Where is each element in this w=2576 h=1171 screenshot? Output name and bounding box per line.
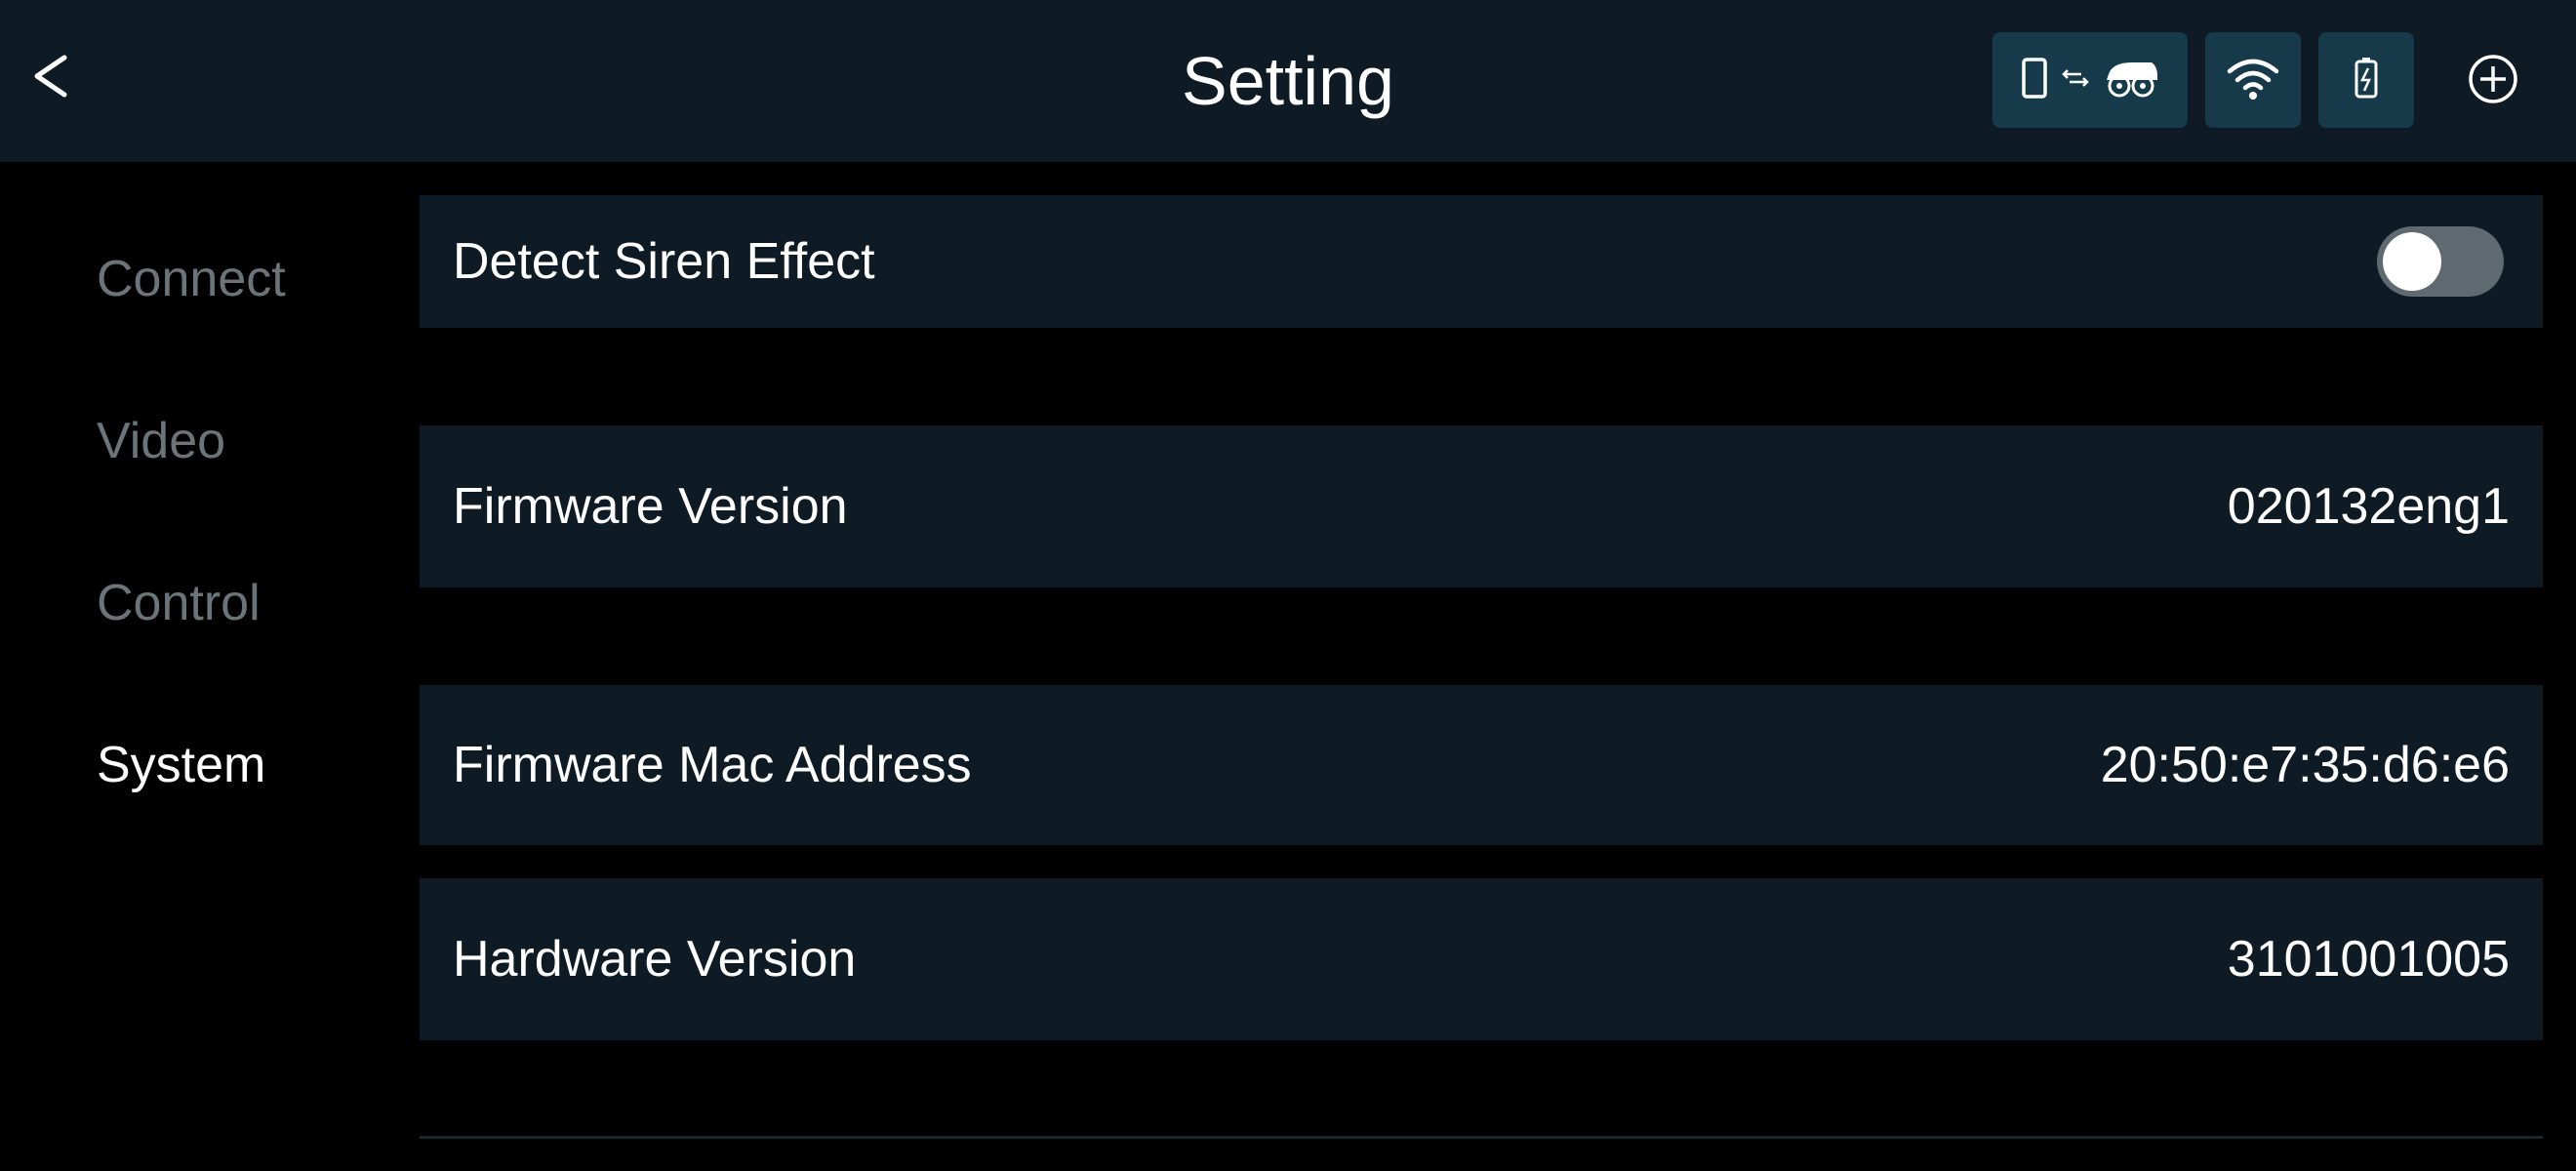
firmware-version-row: Firmware Version 020132eng1 [420, 425, 2543, 587]
divider [420, 1136, 2543, 1139]
swap-arrows-icon [2062, 66, 2089, 95]
sidebar-item-video[interactable]: Video [97, 416, 225, 466]
detect-siren-row: Detect Siren Effect [420, 195, 2543, 328]
sidebar-nav: Connect Video Control System [0, 162, 420, 1171]
page-title: Setting [1182, 43, 1394, 119]
hardware-version-row: Hardware Version 3101001005 [420, 878, 2543, 1040]
phone-icon [2021, 57, 2048, 104]
hardware-version-label: Hardware Version [453, 931, 857, 988]
robot-device-icon [2103, 59, 2159, 102]
mac-address-label: Firmware Mac Address [453, 737, 972, 793]
add-circle-icon [2467, 53, 2519, 110]
hardware-version-value: 3101001005 [2227, 931, 2510, 988]
mac-address-row: Firmware Mac Address 20:50:e7:35:d6:e6 [420, 685, 2543, 845]
mac-address-value: 20:50:e7:35:d6:e6 [2100, 737, 2510, 793]
toggle-knob [2383, 232, 2441, 291]
back-chevron-icon [31, 52, 70, 105]
firmware-version-value: 020132eng1 [2227, 478, 2510, 535]
sidebar-item-system[interactable]: System [97, 740, 265, 790]
add-button[interactable] [2459, 47, 2527, 115]
wifi-icon [2226, 56, 2280, 105]
device-connection-button[interactable] [1992, 32, 2188, 128]
detect-siren-label: Detect Siren Effect [453, 233, 875, 290]
firmware-version-label: Firmware Version [453, 478, 848, 535]
detect-siren-toggle[interactable] [2377, 226, 2504, 297]
sidebar-item-connect[interactable]: Connect [97, 254, 286, 304]
top-bar: Setting [0, 0, 2576, 162]
battery-status-button[interactable] [2318, 32, 2414, 128]
wifi-status-button[interactable] [2205, 32, 2301, 128]
sidebar-item-control[interactable]: Control [97, 578, 261, 628]
battery-charging-icon [2354, 57, 2379, 104]
back-button[interactable] [21, 39, 80, 117]
